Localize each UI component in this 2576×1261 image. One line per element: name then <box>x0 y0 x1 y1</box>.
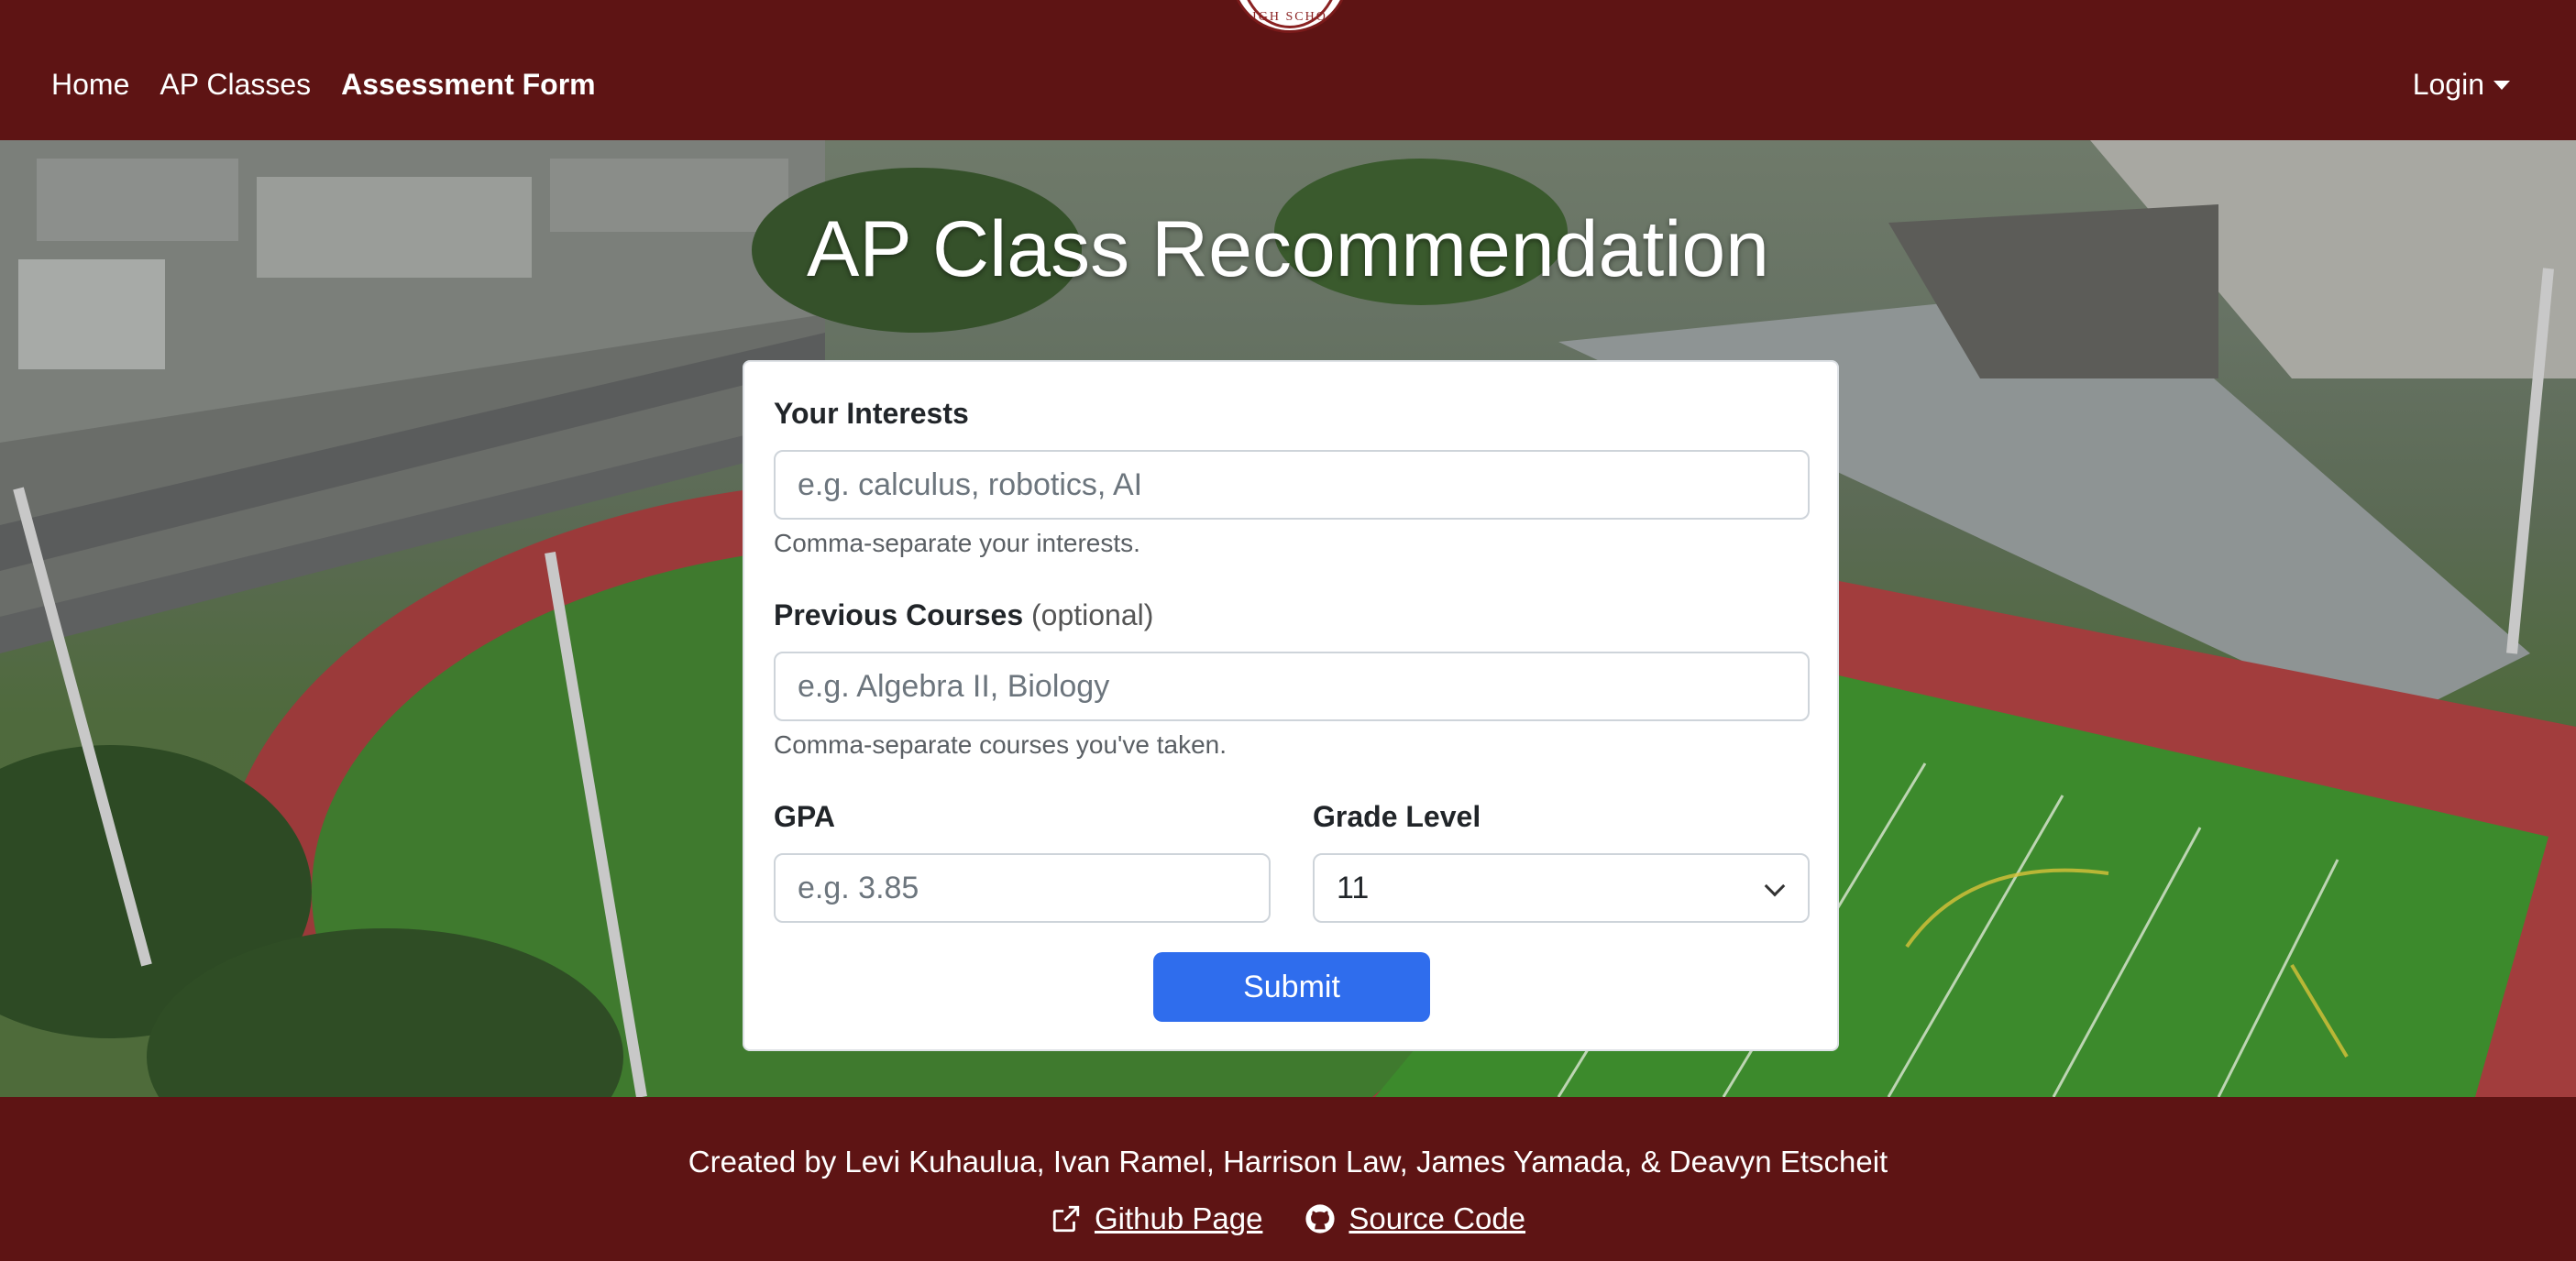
login-label: Login <box>2412 68 2484 101</box>
school-logo[interactable]: IGH SCHO <box>1230 0 1349 33</box>
previous-courses-label-text: Previous Courses <box>774 598 1024 631</box>
gpa-input[interactable] <box>774 853 1271 923</box>
grade-level-value: 11 <box>1337 870 1370 905</box>
footer-credits: Created by Levi Kuhaulua, Ivan Ramel, Ha… <box>688 1145 1888 1179</box>
assessment-form-card: Your Interests Comma-separate your inter… <box>743 360 1839 1051</box>
interests-label: Your Interests <box>774 397 969 430</box>
previous-courses-input[interactable] <box>774 652 1810 721</box>
page-title: AP Class Recommendation <box>806 205 1769 293</box>
footer: Created by Levi Kuhaulua, Ivan Ramel, Ha… <box>0 1097 2576 1261</box>
submit-button[interactable]: Submit <box>1153 952 1430 1022</box>
optional-tag: (optional) <box>1031 598 1154 631</box>
github-page-link[interactable]: Github Page <box>1051 1201 1262 1236</box>
nav-links: Home AP Classes Assessment Form <box>51 68 626 102</box>
interests-input[interactable] <box>774 450 1810 520</box>
caret-down-icon <box>2493 80 2510 90</box>
nav-link-ap-classes[interactable]: AP Classes <box>160 68 311 102</box>
gpa-label: GPA <box>774 800 835 833</box>
navbar: IGH SCHO Home AP Classes Assessment Form… <box>0 0 2576 140</box>
github-icon <box>1305 1204 1336 1234</box>
login-dropdown[interactable]: Login <box>2413 68 2510 102</box>
nav-link-assessment-form[interactable]: Assessment Form <box>341 68 595 102</box>
footer-links: Github Page Source Code <box>0 1201 2576 1236</box>
source-code-label: Source Code <box>1349 1201 1526 1235</box>
logo-text: IGH SCHO <box>1252 10 1327 24</box>
grade-level-select[interactable]: 11 <box>1313 853 1810 923</box>
grade-level-label: Grade Level <box>1313 800 1481 833</box>
chevron-down-icon <box>1764 875 1786 897</box>
previous-courses-help: Comma-separate courses you've taken. <box>774 730 1227 759</box>
nav-link-home[interactable]: Home <box>51 68 129 102</box>
interests-help: Comma-separate your interests. <box>774 529 1140 557</box>
source-code-link[interactable]: Source Code <box>1305 1201 1525 1236</box>
external-link-icon <box>1052 1205 1080 1233</box>
github-page-label: Github Page <box>1094 1201 1263 1235</box>
previous-courses-label: Previous Courses (optional) <box>774 598 1153 632</box>
